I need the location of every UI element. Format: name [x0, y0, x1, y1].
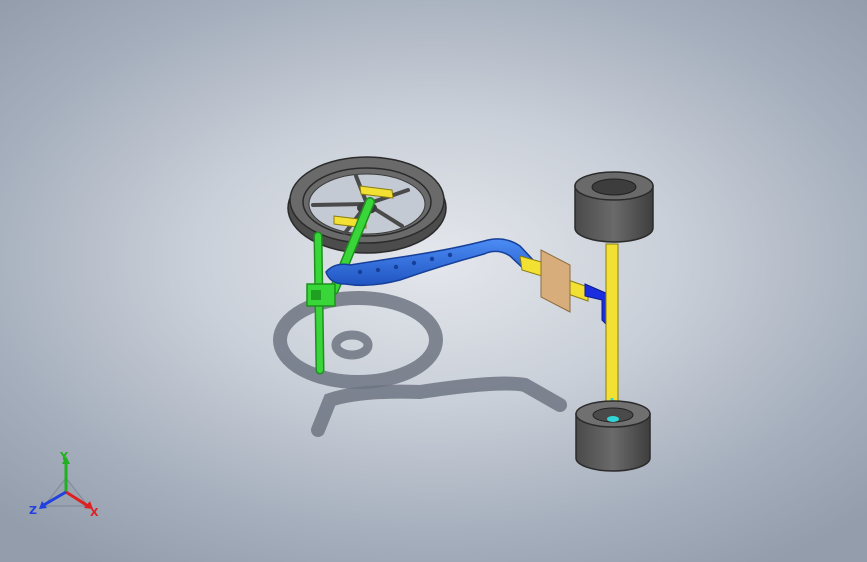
- rear-axle[interactable]: [605, 243, 619, 423]
- rear-wheel-bottom[interactable]: [575, 400, 651, 472]
- frame-shadow: [311, 376, 567, 437]
- front-hub-shadow: [331, 330, 373, 360]
- rear-wheel-top[interactable]: [574, 171, 654, 243]
- tan-plate: [540, 249, 571, 313]
- z-axis-label: Z: [29, 504, 37, 517]
- y-axis-label: Y: [59, 450, 69, 463]
- graphics-viewport[interactable]: Y X Z: [0, 0, 867, 562]
- x-axis-label: X: [90, 506, 99, 519]
- blue-bracket: [584, 283, 609, 328]
- rear-mount[interactable]: [519, 249, 609, 328]
- coordinate-triad: Y X Z: [29, 450, 99, 519]
- tricycle-model[interactable]: [0, 0, 867, 562]
